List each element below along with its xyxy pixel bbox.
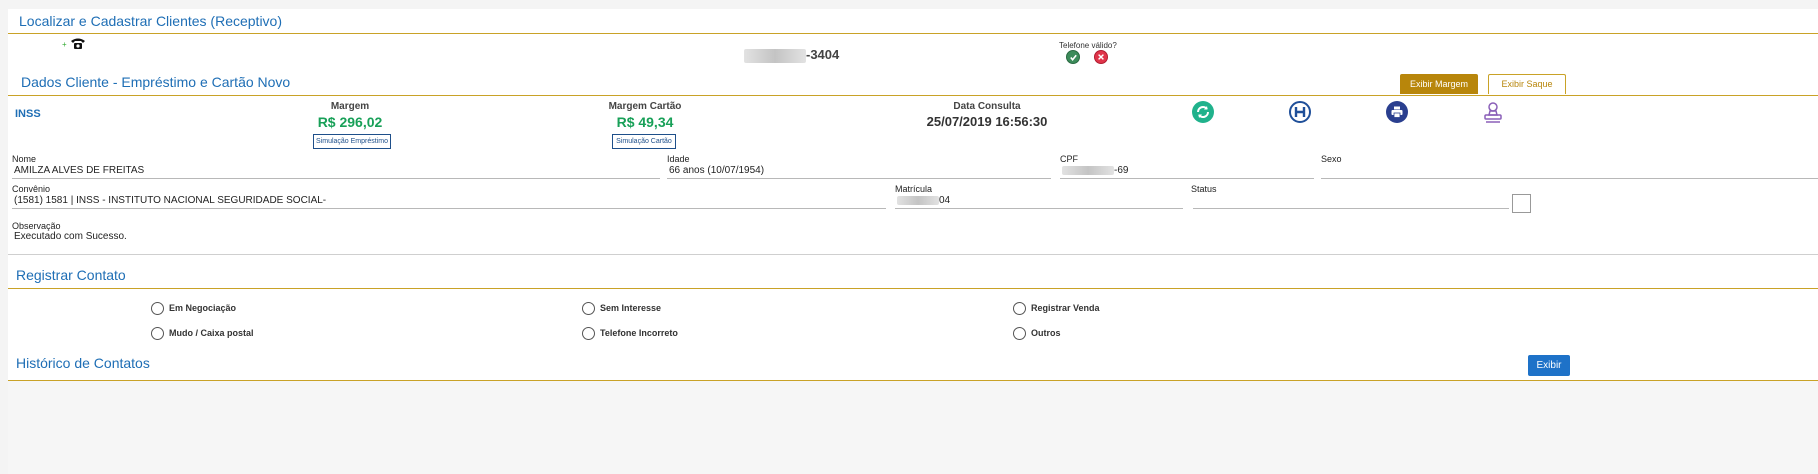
masked-cpf	[1062, 165, 1114, 175]
radio-label-em-negociacao: Em Negociação	[169, 303, 237, 313]
nome-label: Nome	[12, 154, 37, 164]
exibir-saque-button[interactable]: Exibir Saque	[1488, 74, 1566, 94]
simulacao-emprestimo-button[interactable]: Simulação Empréstimo	[313, 134, 391, 149]
margem-cartao-value: R$ 49,34	[616, 114, 674, 130]
margem-label: Margem	[330, 101, 370, 112]
matricula-label: Matrícula	[895, 184, 933, 194]
radio-label-telefone-incorreto: Telefone Incorreto	[600, 328, 678, 338]
phone-icon[interactable]	[70, 37, 86, 55]
radio-label-mudo-caixa-postal: Mudo / Caixa postal	[169, 328, 254, 338]
matricula-suffix: 04	[939, 195, 951, 206]
observacao-divider	[8, 254, 1818, 255]
historico-title: Histórico de Contatos	[16, 355, 150, 371]
x-invalid-icon[interactable]	[1094, 50, 1108, 64]
printer-icon[interactable]	[1386, 101, 1408, 123]
cpf-label: CPF	[1060, 154, 1078, 164]
exibir-historico-button[interactable]: Exibir	[1528, 355, 1570, 376]
margem-cartao-label: Margem Cartão	[608, 101, 682, 112]
data-consulta-value: 25/07/2019 16:56:30	[926, 114, 1048, 129]
registrar-contato-divider	[8, 288, 1818, 289]
radio-mudo-caixa-postal[interactable]	[151, 327, 164, 340]
phone-suffix: -3404	[806, 47, 840, 62]
dados-cliente-divider	[8, 95, 1818, 96]
radio-label-registrar-venda: Registrar Venda	[1031, 303, 1100, 313]
convenio-label: Convênio	[12, 184, 51, 194]
title-divider	[8, 33, 1818, 34]
idade-field[interactable]: 66 anos (10/07/1954)	[667, 164, 1051, 179]
radio-sem-interesse[interactable]	[582, 302, 595, 315]
h-circle-icon[interactable]	[1289, 101, 1311, 123]
data-consulta-label: Data Consulta	[953, 101, 1021, 112]
orgao-label: INSS	[15, 108, 41, 120]
idade-label: Idade	[667, 154, 690, 164]
cpf-suffix: -69	[1114, 165, 1129, 176]
masked-matricula	[897, 195, 939, 205]
plus-icon: +	[62, 40, 67, 49]
radio-em-negociacao[interactable]	[151, 302, 164, 315]
radio-outros[interactable]	[1013, 327, 1026, 340]
registrar-contato-title: Registrar Contato	[16, 267, 126, 283]
observacao-value: Executado com Sucesso.	[14, 231, 127, 242]
radio-telefone-incorreto[interactable]	[582, 327, 595, 340]
page-title: Localizar e Cadastrar Clientes (Receptiv…	[19, 13, 282, 29]
stamp-icon[interactable]	[1482, 101, 1504, 125]
matricula-field[interactable]: 04	[895, 194, 1183, 209]
dados-cliente-title: Dados Cliente - Empréstimo e Cartão Novo	[21, 74, 291, 90]
check-valid-icon[interactable]	[1066, 50, 1080, 64]
simulacao-cartao-button[interactable]: Simulação Cartão	[612, 134, 676, 149]
radio-registrar-venda[interactable]	[1013, 302, 1026, 315]
page-container: Localizar e Cadastrar Clientes (Receptiv…	[8, 9, 1818, 474]
refresh-icon[interactable]	[1192, 101, 1214, 123]
broken-image-icon	[1512, 194, 1531, 213]
margem-value: R$ 296,02	[317, 114, 383, 130]
radio-label-sem-interesse: Sem Interesse	[600, 303, 662, 313]
status-label: Status	[1191, 184, 1217, 194]
nome-field[interactable]: AMILZA ALVES DE FREITAS	[12, 164, 660, 179]
observacao-label: Observação	[12, 221, 61, 231]
cpf-field[interactable]: -69	[1060, 164, 1314, 179]
radio-label-outros: Outros	[1031, 328, 1061, 338]
telefone-valido-label: Telefone válido?	[1059, 41, 1117, 50]
sexo-field[interactable]	[1321, 164, 1818, 179]
convenio-field[interactable]: (1581) 1581 | INSS - INSTITUTO NACIONAL …	[12, 194, 886, 209]
status-field[interactable]	[1193, 194, 1509, 209]
phone-number: -3404	[744, 47, 839, 63]
masked-phone-prefix	[744, 48, 806, 63]
exibir-margem-button[interactable]: Exibir Margem	[1400, 74, 1478, 94]
sexo-label: Sexo	[1321, 154, 1342, 164]
historico-panel	[8, 381, 1818, 474]
